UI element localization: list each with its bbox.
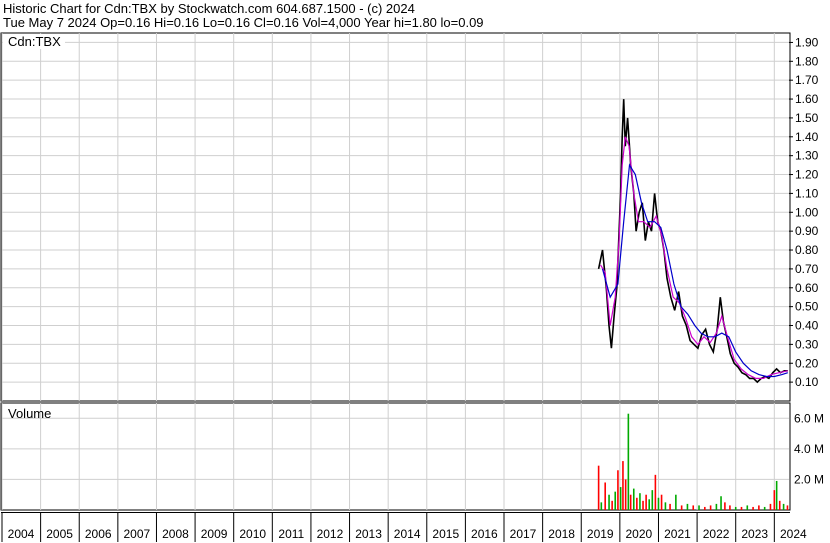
x-tick-label: 2022 [703,527,730,541]
volume-bar [704,506,706,510]
background [0,0,830,543]
volume-bar [627,413,630,510]
volume-bar [636,497,638,510]
volume-bar [769,503,772,510]
y-tick-label: 1.70 [795,73,819,87]
y-tick-label: 1.90 [795,35,819,49]
x-tick-label: 2005 [46,527,73,541]
x-axis-line [1,512,790,513]
y-tick-label: 2.0 M [794,472,824,486]
volume-bar [752,506,754,510]
volume-bar [632,488,635,510]
y-tick-label: 0.60 [795,281,819,295]
volume-bar [611,500,613,510]
volume-bar [639,493,641,510]
volume-label: Volume [8,406,51,421]
volume-bar [657,497,660,510]
x-tick-label: 2023 [741,527,768,541]
x-tick-label: 2013 [355,527,382,541]
x-tick-label: 2010 [239,527,266,541]
volume-bar [619,487,622,510]
chart-header-title: Historic Chart for Cdn:TBX by Stockwatch… [3,1,415,16]
volume-bar [724,502,726,510]
y-tick-label: 0.40 [795,319,819,333]
volume-bar [645,494,647,510]
x-tick-label: 2009 [201,527,228,541]
x-tick-label: 2006 [85,527,112,541]
volume-bar [675,494,677,510]
y-tick-label: 0.90 [795,224,819,238]
x-tick-label: 2011 [278,527,304,541]
y-tick-label: 0.20 [795,356,819,370]
volume-bar [604,482,606,510]
y-tick-label: 1.40 [795,130,819,144]
y-tick-label: 1.60 [795,92,819,106]
y-tick-label: 0.80 [795,243,819,257]
y-tick-label: 1.20 [795,168,819,182]
volume-bar [600,502,603,510]
volume-bar [622,461,624,510]
volume-bar [746,505,749,510]
x-tick-label: 2021 [664,527,691,541]
x-tick-label: 2016 [471,527,498,541]
x-tick-label: 2020 [626,527,653,541]
volume-bar [617,470,619,510]
volume-bar [734,506,737,510]
volume-bar [729,505,731,510]
volume-bar [720,496,722,510]
x-tick-label: 2017 [510,527,537,541]
y-tick-label: 0.30 [795,337,819,351]
y-tick-label: 1.80 [795,54,819,68]
volume-bar [654,474,657,510]
volume-bar [648,499,651,510]
volume-bar [597,465,600,510]
y-tick-label: 0.50 [795,300,819,314]
x-tick-label: 2018 [548,527,575,541]
volume-bar [624,479,627,510]
volume-bar [669,503,671,510]
volume-bar [775,480,778,510]
volume-bar [660,494,663,510]
x-tick-label: 2015 [432,527,459,541]
volume-bar [614,491,617,510]
volume-bar [651,490,654,510]
y-tick-label: 1.00 [795,205,819,219]
volume-bar [629,494,632,510]
volume-bar [686,503,689,510]
symbol-label: Cdn:TBX [8,34,61,49]
volume-bar [692,505,695,510]
volume-bar [758,505,760,510]
volume-bar [664,502,667,510]
y-tick-label: 1.50 [795,111,819,125]
y-tick-label: 1.30 [795,149,819,163]
x-tick-label: 2014 [394,527,421,541]
x-tick-label: 2007 [123,527,150,541]
volume-bar [715,503,718,510]
y-tick-label: 4.0 M [794,442,824,456]
volume-bar [642,500,644,510]
x-tick-label: 2012 [317,527,344,541]
volume-bar [778,500,781,510]
chart-header-quote: Tue May 7 2024 Op=0.16 Hi=0.16 Lo=0.16 C… [3,15,484,30]
volume-bar [786,505,789,510]
volume-bar [740,506,743,510]
x-tick-label: 2004 [8,527,35,541]
volume-bar [698,505,700,510]
x-tick-label: 2019 [587,527,614,541]
volume-bar [709,505,712,510]
volume-bar [782,503,785,510]
stock-chart: Historic Chart for Cdn:TBX by Stockwatch… [0,0,830,543]
volume-bar [680,505,683,510]
y-tick-label: 0.70 [795,262,819,276]
y-tick-label: 0.10 [795,375,819,389]
volume-bar [763,506,766,510]
volume-bar [773,490,776,510]
x-tick-label: 2008 [162,527,189,541]
x-tick-label: 2024 [780,527,807,541]
y-tick-label: 6.0 M [794,411,824,425]
volume-axis: 2.0 M 4.0 M 6.0 M [794,411,824,486]
y-tick-label: 1.10 [795,186,819,200]
volume-bar [608,494,610,510]
